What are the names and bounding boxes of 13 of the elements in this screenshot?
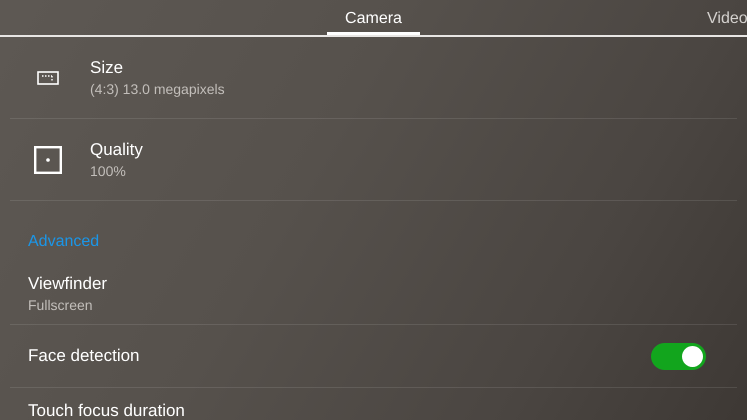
tab[interactable]: Video (707, 10, 747, 35)
tab[interactable]: Camera (327, 10, 420, 35)
toggle-switch[interactable] (651, 342, 706, 370)
aspect-ratio-icon (37, 70, 59, 84)
setting-value: (4:3) 13.0 megapixels (90, 81, 225, 97)
setting-title: Size (90, 58, 124, 78)
setting-title: Face detection (28, 346, 140, 366)
setting-title: Quality (90, 140, 143, 160)
setting-title: Viewfinder (28, 274, 108, 294)
setting-title: Touch focus duration (28, 401, 185, 420)
section-header: Advanced (28, 233, 100, 251)
setting-value: Fullscreen (28, 297, 94, 313)
setting-value: 100% (90, 163, 127, 179)
